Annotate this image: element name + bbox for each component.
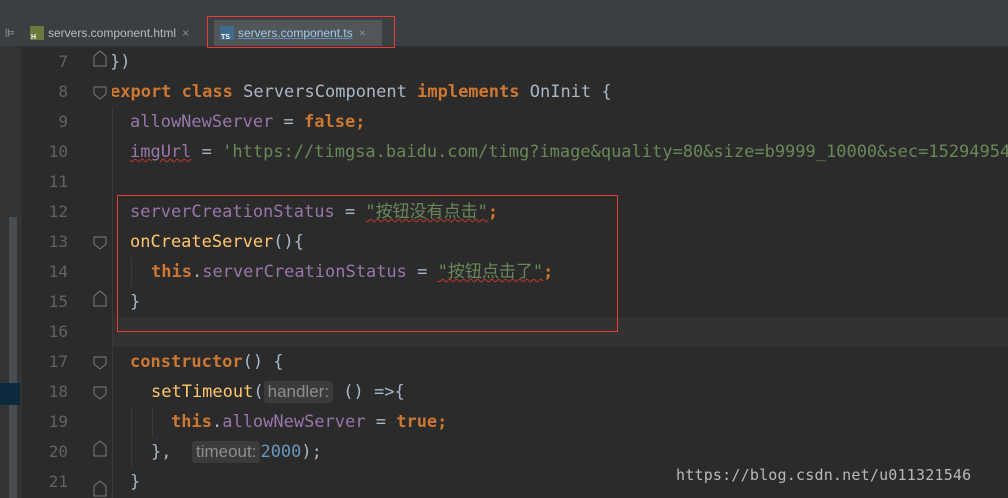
fold-start-icon[interactable] xyxy=(93,356,107,370)
watermark-text: https://blog.csdn.net/u011321546 xyxy=(676,466,972,484)
fold-start-icon[interactable] xyxy=(93,86,107,100)
fold-start-icon[interactable] xyxy=(93,236,107,250)
fold-end-icon[interactable] xyxy=(93,50,107,67)
fold-markers xyxy=(93,50,107,497)
fold-end-icon[interactable] xyxy=(93,440,107,457)
fold-start-icon[interactable] xyxy=(93,386,107,400)
fold-end-icon[interactable] xyxy=(93,480,107,497)
fold-end-icon[interactable] xyxy=(93,290,107,307)
